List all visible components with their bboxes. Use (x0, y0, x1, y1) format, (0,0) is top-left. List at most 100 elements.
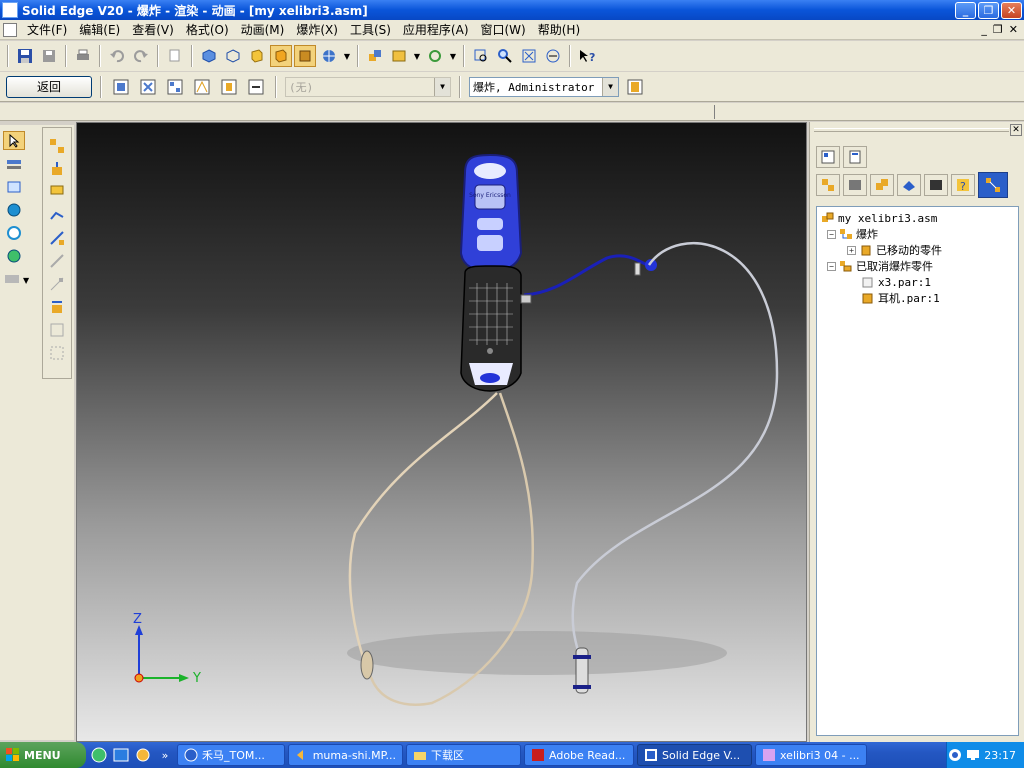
view-wire-icon[interactable] (222, 45, 244, 67)
quicklaunch-overflow-icon[interactable]: » (156, 746, 174, 764)
menu-window[interactable]: 窗口(W) (475, 21, 532, 38)
task-button[interactable]: xelibri3 04 - ... (755, 744, 867, 766)
redo-icon[interactable] (130, 45, 152, 67)
display-config-icon[interactable] (388, 45, 410, 67)
whats-this-help-icon[interactable]: ? (576, 45, 598, 67)
tab-display-icon[interactable] (897, 174, 921, 196)
bind-subassembly-icon[interactable] (46, 320, 68, 339)
auto-explode-icon[interactable] (110, 76, 132, 98)
mdi-restore-icon[interactable]: ❐ (993, 23, 1003, 36)
dropdown-arrow-icon[interactable]: ▼ (448, 45, 458, 67)
collapse-icon[interactable] (46, 251, 68, 270)
return-button[interactable]: 返回 (6, 75, 92, 98)
expand-toggle-icon[interactable]: + (847, 245, 856, 255)
tab-help-icon[interactable]: ? (951, 174, 975, 196)
fit-icon[interactable] (518, 45, 540, 67)
print-icon[interactable] (72, 45, 94, 67)
clock[interactable]: 23:17 (984, 749, 1016, 762)
camera-tool-icon[interactable]: ▼ (3, 269, 33, 288)
task-button[interactable]: 下载区 (406, 744, 521, 766)
menu-animation[interactable]: 动画(M) (235, 21, 291, 38)
modify-flow-icon[interactable] (46, 228, 68, 247)
tab-parts-library-icon[interactable] (843, 174, 867, 196)
menu-file[interactable]: 文件(F) (21, 21, 73, 38)
assembly-icon[interactable] (364, 45, 386, 67)
task-button-active[interactable]: Solid Edge V... (637, 744, 752, 766)
explode-parts-icon[interactable] (46, 136, 68, 155)
configuration-combo[interactable]: 爆炸, Administrator ▼ (469, 76, 619, 97)
panel-close-icon[interactable]: ✕ (1010, 124, 1022, 136)
monitor-icon[interactable] (966, 748, 980, 762)
select-tool-icon[interactable] (3, 131, 25, 150)
panel-grip[interactable] (814, 128, 1009, 132)
copy-icon[interactable] (164, 45, 186, 67)
document-icon[interactable] (3, 22, 17, 37)
sphere-view-icon[interactable] (3, 246, 25, 265)
task-button[interactable]: 禾马_TOM... (177, 744, 285, 766)
tab-assembly-icon[interactable] (870, 174, 894, 196)
solid-edge-app-icon[interactable] (2, 2, 18, 18)
style-combo[interactable]: (无) ▼ (285, 76, 451, 97)
lighting-globe-icon[interactable] (318, 45, 340, 67)
pan-icon[interactable] (542, 45, 564, 67)
render-mode-icon[interactable] (294, 45, 316, 67)
drop-part-icon[interactable] (3, 154, 25, 173)
menu-format[interactable]: 格式(O) (180, 21, 235, 38)
menu-help[interactable]: 帮助(H) (532, 21, 586, 38)
tab-sensors-icon[interactable] (924, 174, 948, 196)
quicklaunch-messenger-icon[interactable] (134, 746, 152, 764)
save-all-icon[interactable] (38, 45, 60, 67)
rotate-view-icon[interactable] (3, 200, 25, 219)
tab-features-icon[interactable] (816, 146, 840, 168)
render-shaded-icon[interactable] (270, 45, 292, 67)
graphics-viewport[interactable]: Sony Ericsson Z Y (76, 122, 807, 742)
save-configuration-icon[interactable] (624, 76, 646, 98)
configuration-combo-arrow-icon[interactable]: ▼ (602, 77, 618, 96)
tree-node-unexploded[interactable]: − 已取消爆炸零件 (821, 258, 1014, 274)
task-button[interactable]: muma-shi.MP... (288, 744, 403, 766)
menu-applications[interactable]: 应用程序(A) (397, 21, 475, 38)
drag-component-icon[interactable] (46, 182, 68, 201)
tree-root[interactable]: my xelibri3.asm (821, 210, 1014, 226)
network-icon[interactable] (948, 748, 962, 762)
unexplode-icon[interactable] (164, 76, 186, 98)
zoom-area-icon[interactable] (470, 45, 492, 67)
menu-explode[interactable]: 爆炸(X) (290, 21, 344, 38)
save-icon[interactable] (14, 45, 36, 67)
tree-node-part-x3[interactable]: x3.par:1 (821, 274, 1014, 290)
mdi-minimize-icon[interactable]: _ (981, 23, 987, 36)
unbind-subassembly-icon[interactable] (46, 343, 68, 362)
task-button[interactable]: Adobe Read... (524, 744, 634, 766)
remove-icon[interactable] (46, 274, 68, 293)
close-icon[interactable]: ✕ (1001, 1, 1022, 19)
bind-icon[interactable] (245, 76, 267, 98)
minimize-icon[interactable]: _ (955, 1, 976, 19)
mdi-close-icon[interactable]: ✕ (1009, 23, 1018, 36)
tab-layers-icon[interactable] (843, 146, 867, 168)
rotate-icon[interactable] (424, 45, 446, 67)
menu-edit[interactable]: 编辑(E) (73, 21, 126, 38)
style-combo-arrow-icon[interactable]: ▼ (434, 77, 450, 96)
collapse-toggle-icon[interactable]: − (827, 261, 836, 271)
flow-lines-icon[interactable] (191, 76, 213, 98)
tree-node-part-earphone[interactable]: 耳机.par:1 (821, 290, 1014, 306)
move-part-icon[interactable] (46, 159, 68, 178)
zoom-icon[interactable] (494, 45, 516, 67)
tree-node-moved-parts[interactable]: + 已移动的零件 (821, 242, 1014, 258)
reposition-icon[interactable] (218, 76, 240, 98)
add-binder-icon[interactable] (46, 297, 68, 316)
dropdown-arrow-icon[interactable]: ▼ (342, 45, 352, 67)
dropdown-arrow-icon[interactable]: ▼ (412, 45, 422, 67)
start-button[interactable]: MENU (0, 742, 86, 768)
view-shaded-icon[interactable] (246, 45, 268, 67)
tree-node-explode[interactable]: − 爆炸 (821, 226, 1014, 242)
restore-icon[interactable]: ❐ (978, 1, 999, 19)
view-iso-icon[interactable] (198, 45, 220, 67)
menu-view[interactable]: 查看(V) (126, 21, 180, 38)
quicklaunch-browser-icon[interactable] (90, 746, 108, 764)
undo-icon[interactable] (106, 45, 128, 67)
menu-tools[interactable]: 工具(S) (344, 21, 397, 38)
flow-line-icon[interactable] (46, 205, 68, 224)
spin-view-icon[interactable] (3, 223, 25, 242)
tab-explode-icon[interactable] (978, 172, 1008, 198)
